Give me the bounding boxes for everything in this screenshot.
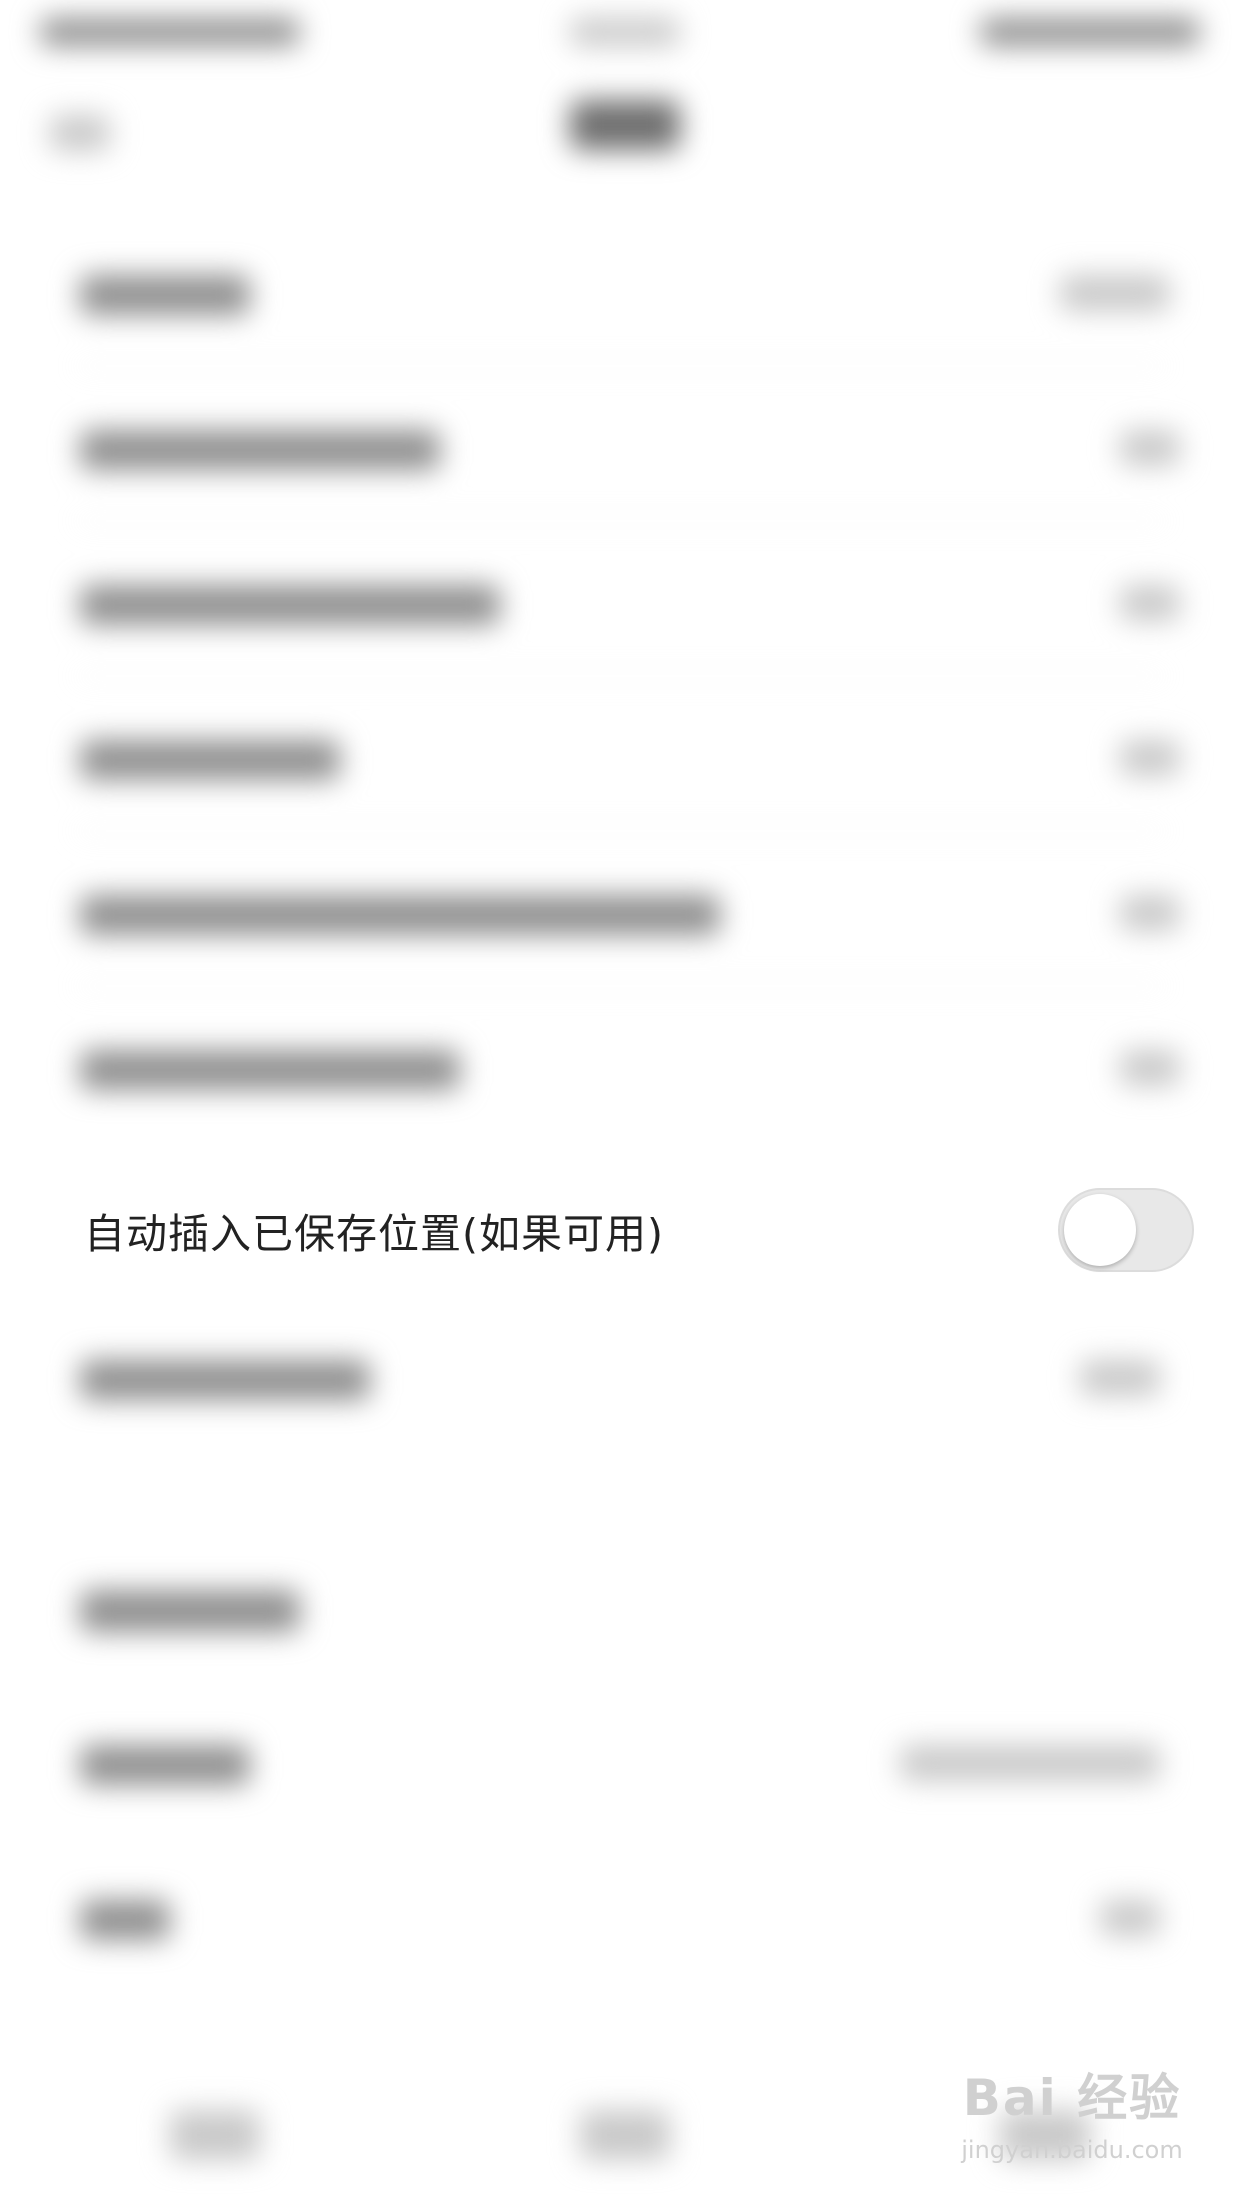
watermark-url: jingyan.baidu.com [961, 2136, 1183, 2164]
baidu-jingyan-watermark: Bai 经验 jingyan.baidu.com [922, 2058, 1222, 2188]
watermark-logo: Bai 经验 [962, 2069, 1182, 2127]
setting-label: 自动插入已保存位置(如果可用) [84, 1209, 664, 1258]
blurred-background [0, 0, 1242, 2208]
auto-insert-saved-location-row[interactable]: 自动插入已保存位置(如果可用) [0, 1162, 1242, 1297]
auto-insert-toggle[interactable] [1058, 1187, 1194, 1272]
toggle-knob [1064, 1193, 1136, 1266]
